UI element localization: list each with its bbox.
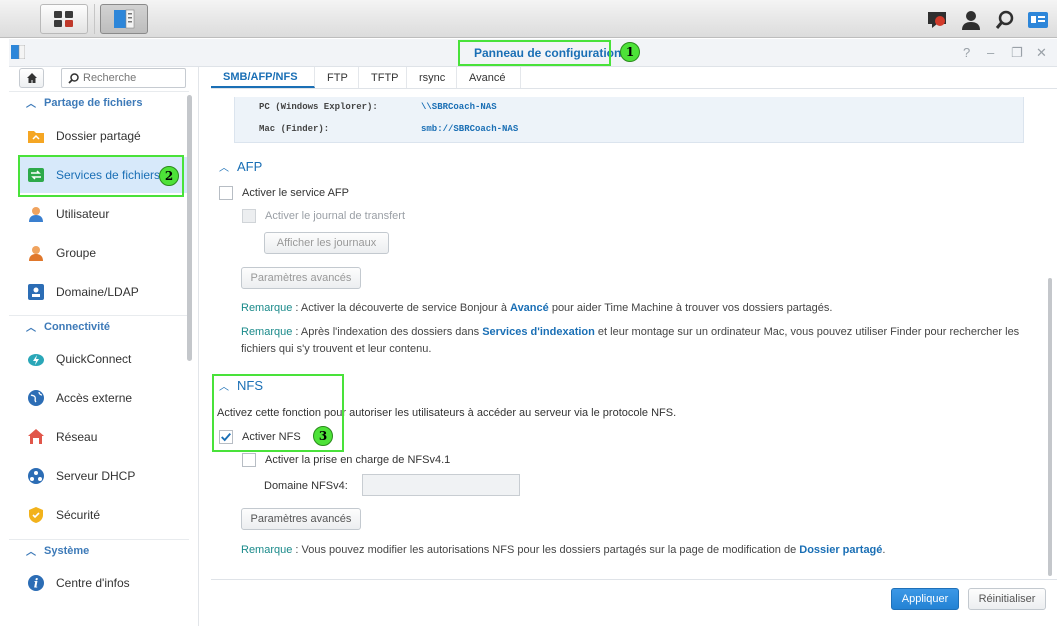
user-icon [26,204,46,224]
search-icon [68,72,79,84]
shared-folder-link[interactable]: Dossier partagé [799,544,882,556]
sidebar-item-security[interactable]: Sécurité [19,497,189,533]
window-app-icon [11,44,26,62]
folder-share-icon [26,126,46,146]
sidebar-search[interactable] [61,68,186,88]
search-icon[interactable] [993,9,1017,31]
annotation-badge-1: 1 [620,42,640,62]
reset-button[interactable]: Réinitialiser [968,588,1046,610]
pc-address-label: PC (Windows Explorer): [259,102,378,112]
content-scrollbar[interactable] [1048,278,1052,576]
nfs-note: Remarque : Vous pouvez modifier les auto… [241,544,886,556]
indexing-services-link[interactable]: Services d'indexation [482,326,595,338]
tab-advanced[interactable]: Avancé [457,67,521,88]
afp-note-indexing: Remarque : Après l'indexation des dossie… [241,326,1020,355]
nfsv41-row[interactable]: Activer la prise en charge de NFSv4.1 [242,453,450,467]
afp-note-bonjour: Remarque : Activer la découverte de serv… [241,302,833,314]
footer-bar: Appliquer Réinitialiser [211,579,1057,626]
widgets-icon[interactable] [1026,9,1050,31]
svg-text:i: i [34,577,39,591]
afp-enable-checkbox[interactable] [219,186,233,200]
settings-content: PC (Windows Explorer): \\SBRCoach-NAS Ma… [211,89,1047,579]
tab-bar: SMB/AFP/NFS FTP TFTP rsync Avancé [211,67,1057,89]
annotation-box-title [458,40,611,66]
dhcp-server-icon [26,466,46,486]
nfs-advanced-settings-button[interactable]: Paramètres avancés [241,508,361,530]
close-icon[interactable]: ✕ [1036,45,1047,61]
chevron-up-icon: ︿ [26,323,36,334]
afp-log-row: Activer le journal de transfert [242,209,405,223]
tab-ftp[interactable]: FTP [315,67,359,88]
nfsv4-domain-input[interactable] [362,474,520,496]
tab-smb-afp-nfs[interactable]: SMB/AFP/NFS [211,67,315,88]
sidebar-item-shared-folder[interactable]: Dossier partagé [19,118,189,154]
security-icon [26,505,46,525]
section-system[interactable]: ︿ Système [9,539,189,561]
desktop-taskbar [0,0,1057,38]
nfsv4-domain-label: Domaine NFSv4: [264,480,348,492]
sidebar-item-quickconnect[interactable]: QuickConnect [19,341,189,377]
apply-button[interactable]: Appliquer [891,588,959,610]
info-center-icon: i [26,573,46,593]
afp-enable-row[interactable]: Activer le service AFP [219,186,349,200]
user-account-icon[interactable] [959,9,983,31]
access-addresses-panel: PC (Windows Explorer): \\SBRCoach-NAS Ma… [234,97,1024,143]
help-icon[interactable]: ? [963,45,970,60]
control-panel-taskbar-button[interactable] [100,4,148,34]
chevron-up-icon: ︿ [219,163,229,174]
chevron-up-icon: ︿ [26,547,36,558]
sidebar-item-group[interactable]: Groupe [19,235,189,271]
restore-icon[interactable]: ❐ [1011,45,1023,61]
section-file-sharing[interactable]: ︿ Partage de fichiers [9,91,189,113]
mac-address-label: Mac (Finder): [259,124,330,134]
sidebar-item-user[interactable]: Utilisateur [19,196,189,232]
search-input[interactable] [83,72,173,84]
quickconnect-icon [26,349,46,369]
group-icon [26,243,46,263]
sidebar-item-domain-ldap[interactable]: Domaine/LDAP [19,274,189,310]
tab-rsync[interactable]: rsync [407,67,457,88]
home-button[interactable] [19,68,44,88]
network-icon [26,427,46,447]
notifications-icon[interactable] [925,9,949,31]
sidebar-item-dhcp-server[interactable]: Serveur DHCP [19,458,189,494]
taskbar-separator [94,4,95,34]
mac-address-value: smb://SBRCoach-NAS [421,124,519,134]
afp-log-checkbox [242,209,256,223]
minimize-icon[interactable]: – [987,45,994,60]
sidebar-item-info-center[interactable]: i Centre d'infos [19,565,189,601]
domain-ldap-icon [26,282,46,302]
sidebar-item-external-access[interactable]: Accès externe [19,380,189,416]
apps-grid-icon [54,11,73,27]
section-connectivity[interactable]: ︿ Connectivité [9,315,189,337]
afp-advanced-settings-button[interactable]: Paramètres avancés [241,267,361,289]
advanced-link[interactable]: Avancé [510,302,549,314]
tab-tftp[interactable]: TFTP [359,67,407,88]
afp-section-header[interactable]: ︿ AFP [219,159,262,174]
annotation-badge-2: 2 [159,166,179,186]
sidebar: ︿Partage de fichiers Dossier partagé Ser… [9,67,199,626]
home-icon [26,73,37,83]
chevron-up-icon: ︿ [26,99,36,110]
pc-address-value: \\SBRCoach-NAS [421,102,497,112]
external-access-icon [26,388,46,408]
annotation-badge-3: 3 [313,426,333,446]
main-menu-button[interactable] [40,4,88,34]
sidebar-item-network[interactable]: Réseau [19,419,189,455]
nfsv41-checkbox[interactable] [242,453,256,467]
sidebar-scrollbar[interactable] [187,95,192,361]
show-logs-button[interactable]: Afficher les journaux [264,232,389,254]
control-panel-icon [114,9,135,29]
